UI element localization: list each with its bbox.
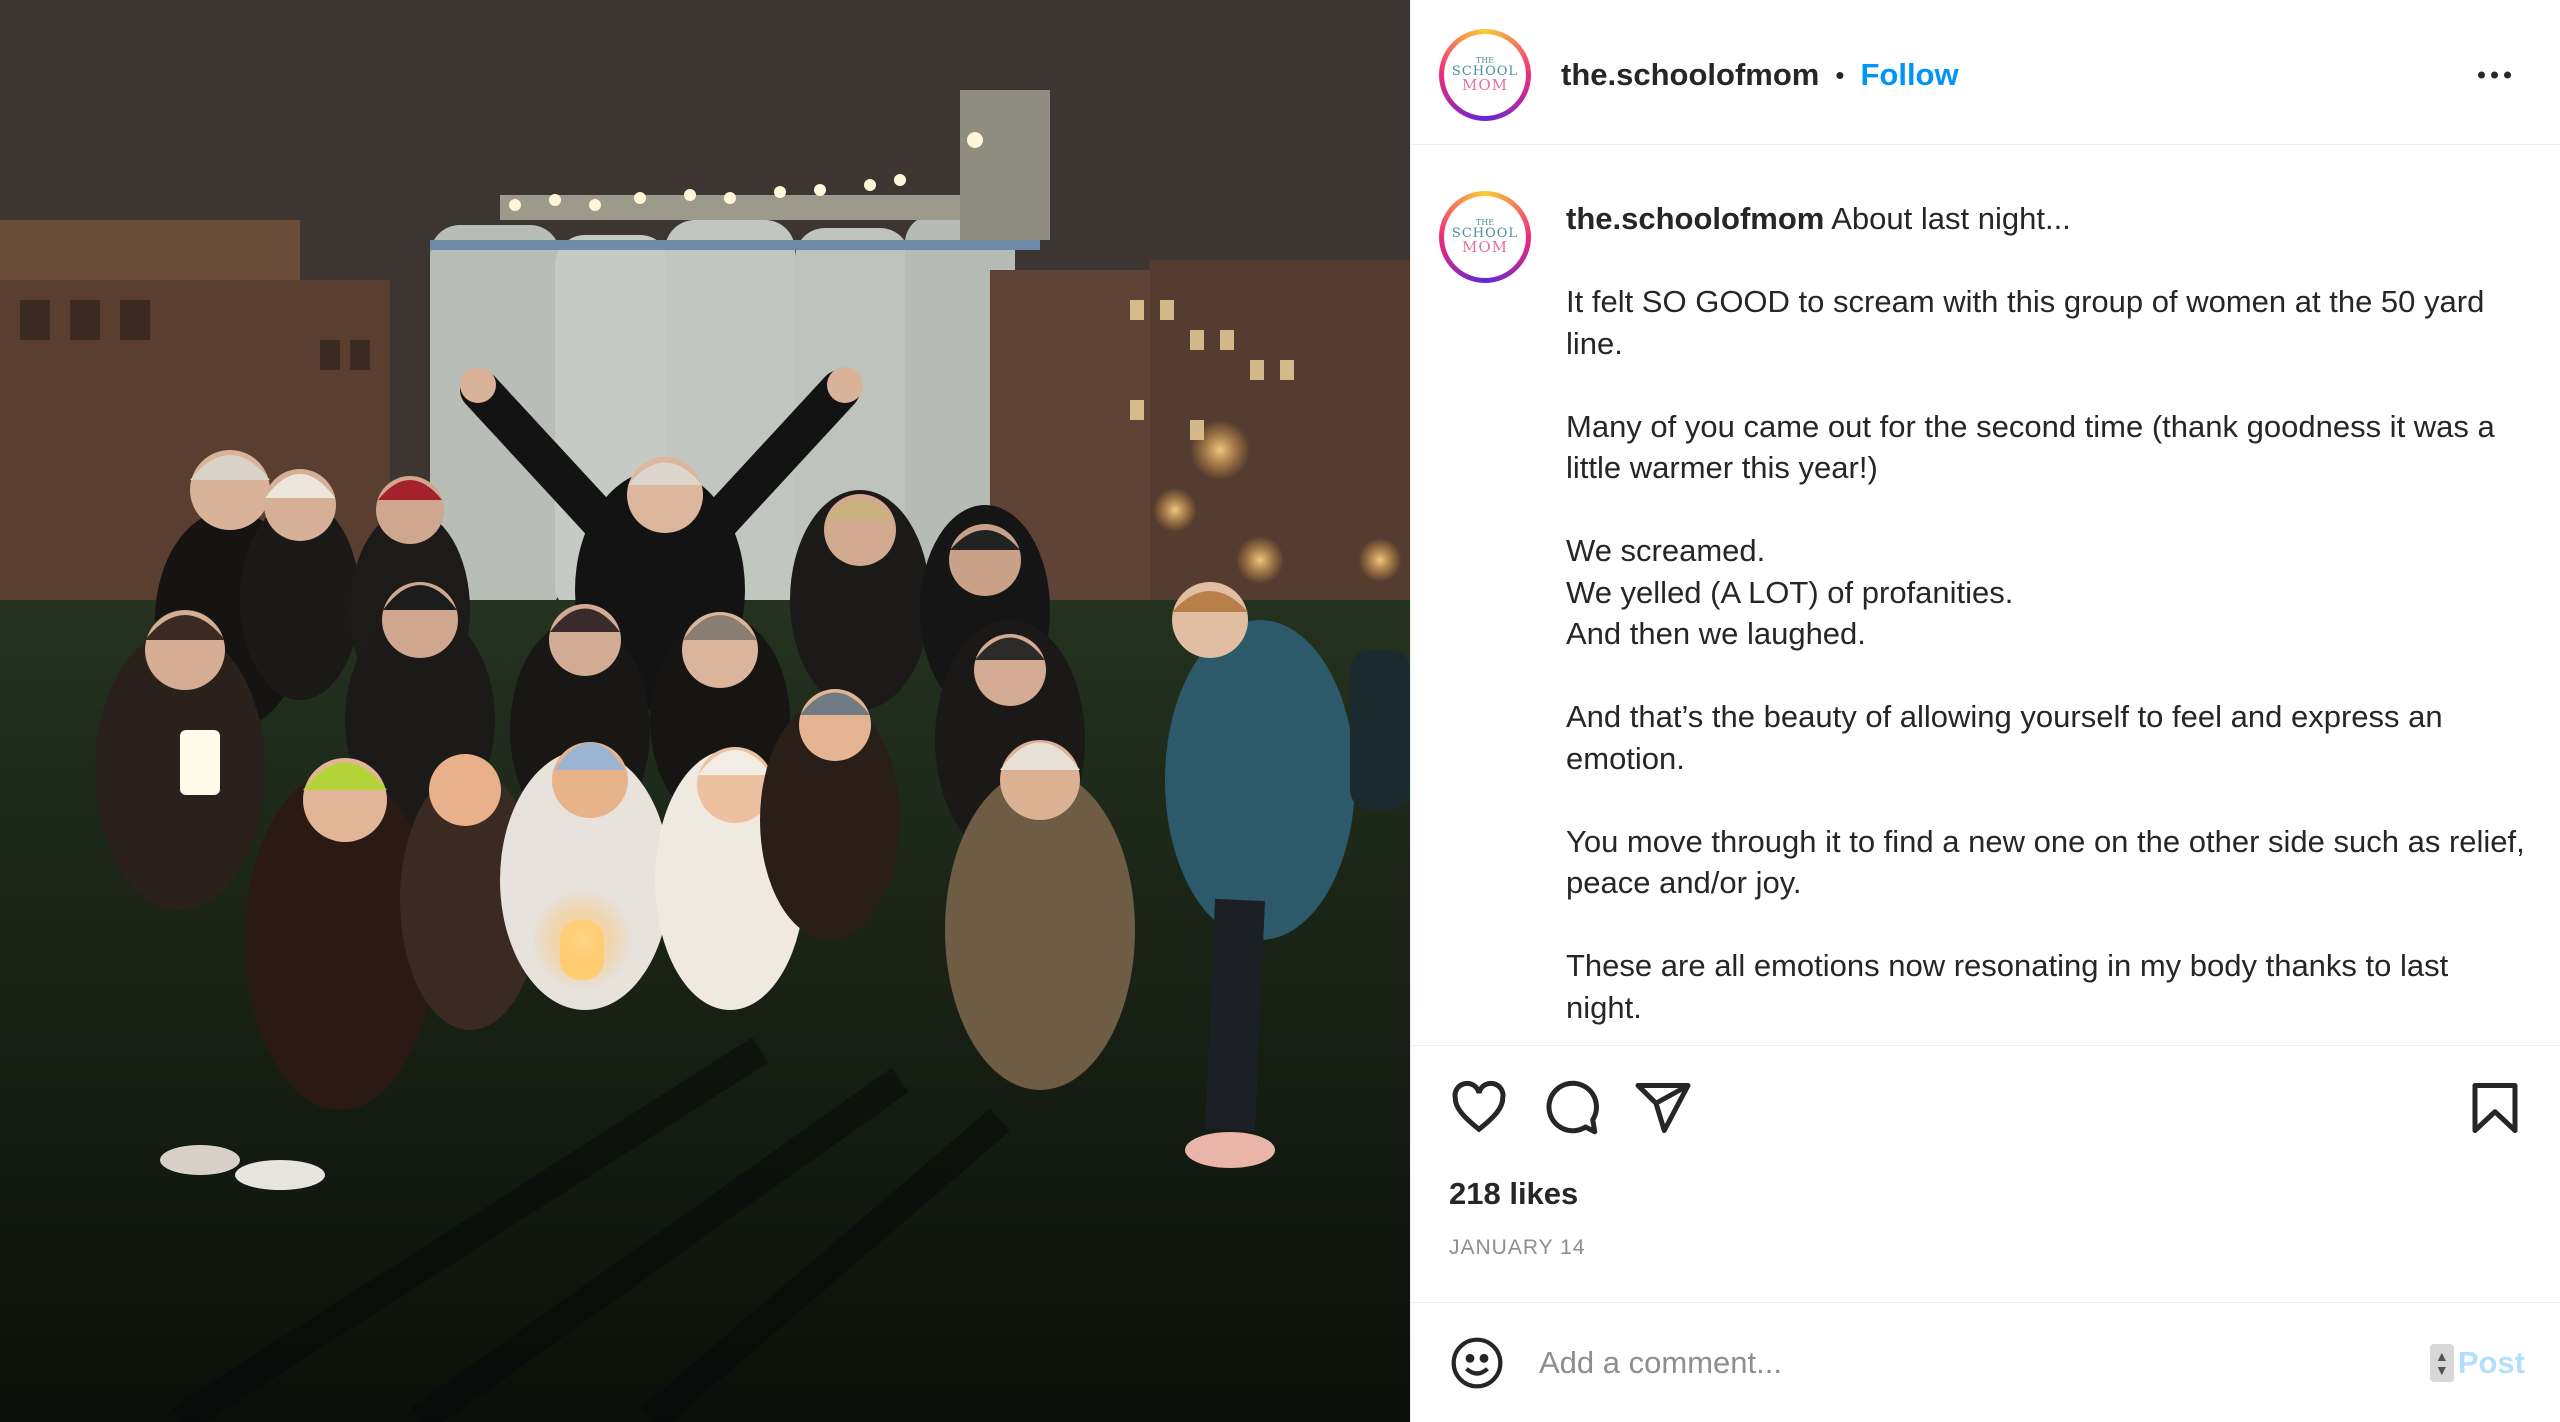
caption-paragraph: It felt SO GOOD to scream with this grou… — [1566, 284, 2485, 361]
post-actions — [1411, 1048, 2560, 1168]
heart-icon[interactable] — [1449, 1078, 1509, 1138]
comment-input[interactable] — [1539, 1332, 2419, 1393]
follow-button[interactable]: Follow — [1860, 57, 1958, 93]
header-separator: • — [1835, 59, 1845, 90]
comment-bar: ▲▼ Post — [1411, 1302, 2560, 1422]
avatar-text-bottom: MOM — [1461, 76, 1508, 94]
caption-paragraph: We screamed. We yelled (A LOT) of profan… — [1566, 533, 2014, 651]
share-icon[interactable] — [1633, 1078, 1693, 1138]
avatar-text-bottom: MOM — [1461, 238, 1508, 256]
caption-paragraph: You move through it to find a new one on… — [1566, 823, 2525, 901]
caption-author-avatar[interactable]: THE SCHOOL MOM — [1439, 191, 1531, 283]
caption-paragraph: Many of you came out for the second time… — [1566, 408, 2495, 486]
caption-text: the.schoolofmom About last night... It f… — [1566, 198, 2526, 1045]
post-caption: THE SCHOOL MOM the.schoolofmom About las… — [1411, 146, 2560, 1046]
post-header: THE SCHOOL MOM the.schoolofmom • Follow — [1411, 6, 2560, 145]
photo-illustration — [0, 0, 1410, 1422]
bookmark-icon[interactable] — [2465, 1078, 2525, 1138]
caption-paragraph: And that’s the beauty of allowing yourse… — [1566, 699, 2443, 776]
comment-icon[interactable] — [1541, 1078, 1601, 1138]
smiley-icon[interactable] — [1449, 1335, 1505, 1391]
author-avatar[interactable]: THE SCHOOL MOM — [1439, 29, 1531, 121]
post-date[interactable]: January 14 — [1449, 1236, 1585, 1260]
post-comment-button[interactable]: Post — [2458, 1345, 2525, 1381]
resize-handle-icon[interactable]: ▲ ▼ — [2429, 1343, 2454, 1382]
caption-paragraph: These are all emotions now resonating in… — [1566, 948, 2449, 1025]
caption-author-handle[interactable]: the.schoolofmom — [1566, 201, 1824, 236]
author-handle-link[interactable]: the.schoolofmom — [1561, 57, 1819, 93]
more-options-icon[interactable] — [2468, 62, 2521, 89]
caption-lead: About last night... — [1831, 201, 2071, 236]
likes-count[interactable]: 218 likes — [1449, 1176, 1578, 1212]
post-photo[interactable] — [0, 0, 1410, 1422]
post-details-panel: THE SCHOOL MOM the.schoolofmom • Follow … — [1410, 0, 2560, 1422]
